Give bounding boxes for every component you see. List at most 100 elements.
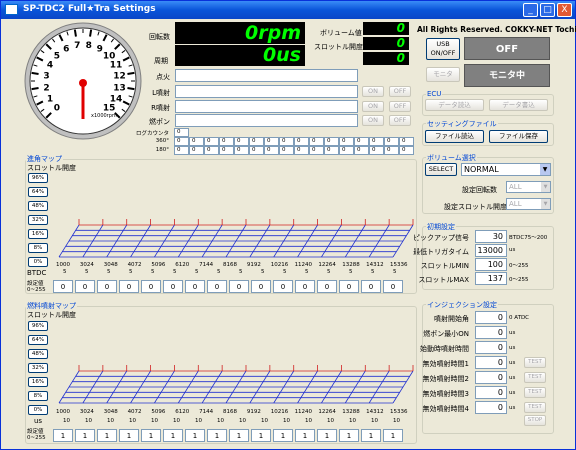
test-button[interactable]: TEST — [524, 387, 546, 398]
map-setting-cell[interactable]: 1 — [361, 429, 381, 442]
throttle-button[interactable]: 64% — [28, 187, 48, 197]
maximize-button[interactable]: □ — [540, 3, 555, 17]
usb-onoff-button[interactable]: USB ON/OFF — [426, 38, 460, 60]
map-setting-cell[interactable]: 1 — [273, 429, 293, 442]
select-button[interactable]: SELECT — [425, 163, 457, 176]
close-button[interactable]: X — [557, 3, 572, 17]
chevron-down-icon[interactable]: ▼ — [541, 199, 550, 209]
init-setting-note: 0～255 — [509, 277, 529, 283]
map-setting-cell[interactable]: 1 — [383, 429, 403, 442]
init-setting-input[interactable]: 30 — [475, 230, 507, 243]
injection-input[interactable]: 0 — [475, 401, 507, 414]
map-setting-cell[interactable]: 0 — [273, 280, 293, 293]
map-setting-cell[interactable]: 0 — [361, 280, 381, 293]
map-setting-cell[interactable]: 0 — [383, 280, 403, 293]
signal-on-button[interactable]: ON — [362, 101, 384, 112]
signal-off-button[interactable]: OFF — [389, 115, 411, 126]
map-setting-cell[interactable]: 1 — [251, 429, 271, 442]
throttle-button[interactable]: 16% — [28, 229, 48, 239]
gauge-tick — [127, 87, 135, 91]
test-button[interactable]: TEST — [524, 372, 546, 383]
map-setting-cell[interactable]: 0 — [295, 280, 315, 293]
throttle-button[interactable]: 8% — [28, 391, 48, 401]
map-row-value: 5 — [129, 269, 133, 275]
log-row-label: 180° — [155, 147, 169, 153]
map-setting-cell[interactable]: 0 — [119, 280, 139, 293]
map-setting-cell[interactable]: 1 — [141, 429, 161, 442]
signal-off-button[interactable]: OFF — [389, 101, 411, 112]
map-setting-cell[interactable]: 0 — [339, 280, 359, 293]
file-load-button[interactable]: ファイル読込 — [425, 130, 484, 143]
map-setting-cell[interactable]: 0 — [53, 280, 73, 293]
map-setting-cell[interactable]: 0 — [251, 280, 271, 293]
injection-input[interactable]: 0 — [475, 371, 507, 384]
monitor-button[interactable]: モニタ — [426, 67, 460, 82]
map-row-value: 10 — [217, 418, 224, 424]
map-setting-cell[interactable]: 1 — [229, 429, 249, 442]
map-setting-cell[interactable]: 1 — [163, 429, 183, 442]
init-setting-input[interactable]: 100 — [475, 258, 507, 271]
map-setting-cell[interactable]: 1 — [185, 429, 205, 442]
signal-on-button[interactable]: ON — [362, 115, 384, 126]
map-setting-cell[interactable]: 1 — [97, 429, 117, 442]
signal-off-button[interactable]: OFF — [389, 86, 411, 97]
throttle-button[interactable]: 0% — [28, 405, 48, 415]
ecu-write-button[interactable]: データ書込 — [489, 99, 548, 111]
ignition-map-grid — [58, 219, 414, 258]
throttle-button[interactable]: 32% — [28, 363, 48, 373]
injection-input[interactable]: 0 — [475, 326, 507, 339]
map-setting-cell[interactable]: 1 — [207, 429, 227, 442]
throttle-button[interactable]: 96% — [28, 173, 48, 183]
map-setting-cell[interactable]: 0 — [317, 280, 337, 293]
map-setting-cell[interactable]: 0 — [141, 280, 161, 293]
injection-input[interactable]: 0 — [475, 386, 507, 399]
rpm-axis-label: 10216 — [270, 262, 289, 268]
chevron-down-icon[interactable]: ▼ — [540, 164, 550, 175]
throttle-button[interactable]: 8% — [28, 243, 48, 253]
throttle-button[interactable]: 16% — [28, 377, 48, 387]
map-setting-cell[interactable]: 0 — [207, 280, 227, 293]
gauge-tick-label: 11 — [110, 61, 123, 71]
signal-on-button[interactable]: ON — [362, 86, 384, 97]
log-cell: 0 — [204, 137, 219, 146]
throttle-button[interactable]: 64% — [28, 335, 48, 345]
init-setting-input[interactable]: 13000 — [475, 244, 507, 257]
rpm-setting-select[interactable]: ALL ▼ — [506, 181, 551, 193]
init-setting-input[interactable]: 137 — [475, 272, 507, 285]
injection-input[interactable]: 0 — [475, 311, 507, 324]
log-cell: 0 — [399, 146, 414, 155]
file-save-button[interactable]: ファイル保存 — [489, 130, 548, 143]
mode-select[interactable]: NORMAL ▼ — [461, 163, 551, 176]
rpm-axis-label: 9192 — [246, 409, 261, 415]
map-setting-cell[interactable]: 0 — [229, 280, 249, 293]
map-setting-cell[interactable]: 0 — [163, 280, 183, 293]
injection-input[interactable]: 0 — [475, 356, 507, 369]
map-setting-cell[interactable]: 1 — [119, 429, 139, 442]
throttle-button[interactable]: 48% — [28, 201, 48, 211]
throttle-button[interactable]: 48% — [28, 349, 48, 359]
ecu-read-button[interactable]: データ読込 — [425, 99, 484, 111]
test-button[interactable]: TEST — [524, 357, 546, 368]
map-setting-cell[interactable]: 0 — [75, 280, 95, 293]
test-button[interactable]: TEST — [524, 402, 546, 413]
throttle-button[interactable]: 32% — [28, 215, 48, 225]
map-setting-cell[interactable]: 1 — [75, 429, 95, 442]
minimize-button[interactable]: _ — [523, 3, 538, 17]
throttle-button[interactable]: 0% — [28, 257, 48, 267]
gauge-tick-label: 0 — [54, 104, 60, 114]
log-cell: 0 — [294, 137, 309, 146]
map-setting-cell[interactable]: 1 — [339, 429, 359, 442]
chevron-down-icon[interactable]: ▼ — [541, 182, 550, 192]
stop-button[interactable]: STOP — [524, 415, 546, 426]
map-setting-cell[interactable]: 1 — [317, 429, 337, 442]
injection-input[interactable]: 0 — [475, 341, 507, 354]
log-cell: 0 — [369, 146, 384, 155]
map-setting-cell[interactable]: 1 — [295, 429, 315, 442]
title-bar[interactable]: SP-TDC2 Full★Tra Settings _ □ X — [1, 1, 575, 19]
throttle-setting-select[interactable]: ALL ▼ — [506, 198, 551, 210]
throttle-button[interactable]: 96% — [28, 321, 48, 331]
map-setting-cell[interactable]: 0 — [97, 280, 117, 293]
map-setting-cell[interactable]: 1 — [53, 429, 73, 442]
map-setting-cell[interactable]: 0 — [185, 280, 205, 293]
log-cell: 0 — [174, 137, 189, 146]
